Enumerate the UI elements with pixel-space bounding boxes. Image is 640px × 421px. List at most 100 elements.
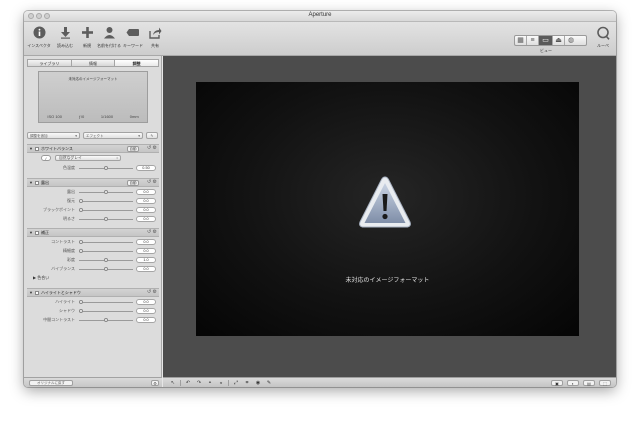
red-eye-tool-icon[interactable]: ◉ [253,380,263,386]
disclosure-triangle-icon[interactable]: ▼ [29,180,33,185]
effects-select[interactable]: エフェクト ▾ [83,132,143,139]
exposure-field[interactable]: 0.0 [136,189,156,195]
tab-adjustments[interactable]: 調整 [114,59,160,67]
chevron-updown-icon: ↕ [116,156,118,160]
exposure-label: 露出 [67,189,75,194]
stamp-tool-icon[interactable]: ◒ [216,380,226,386]
share-label: 共有 [151,43,159,48]
view-viewer-button[interactable]: ▭ [539,36,553,45]
lift-tool-icon[interactable]: ◓ [205,380,215,386]
saturation-slider[interactable] [79,258,133,262]
inspector-sidebar: ライブラリ 情報 調整 未対応のイメージフォーマット ISO 100 ƒ/0 1… [24,56,162,387]
tab-library[interactable]: ライブラリ [27,59,71,67]
revert-to-original-button[interactable]: オリジナルに戻す [29,380,73,386]
wrench-icon: ✎ [150,134,154,138]
loupe-icon [596,26,610,40]
exposure-enable-checkbox[interactable] [35,181,39,185]
fullscreen-button[interactable]: ⬚ [599,380,611,386]
saturation-field[interactable]: 1.0 [136,257,156,263]
slider-row: 復元 0.0 [27,197,159,205]
select-tool-icon[interactable]: ↖ [168,380,178,386]
slider-knob[interactable] [79,208,83,212]
enhance-enable-checkbox[interactable] [35,231,39,235]
straighten-tool-icon[interactable]: ⤢ [231,380,241,386]
exposure-slider[interactable] [79,190,133,194]
color-temperature-slider[interactable] [79,166,133,170]
adjustment-actions-button[interactable]: ✎ [146,132,158,139]
slider-knob[interactable] [104,318,108,322]
crop-tool-icon[interactable]: ⌗ [242,380,252,386]
white-balance-enable-checkbox[interactable] [35,147,39,151]
recovery-slider[interactable] [79,199,133,203]
definition-slider[interactable] [79,249,133,253]
highlights-shadows-title: ハイライトとシャドウ [41,290,81,295]
black-point-slider[interactable] [79,208,133,212]
eyedropper-button[interactable]: ⁄ [41,155,51,161]
shadows-field[interactable]: 0.0 [136,308,156,314]
brightness-field[interactable]: 0.0 [136,216,156,222]
add-adjustment-select[interactable]: 調整を追加 ▾ [27,132,80,139]
view-list-button[interactable]: ≡ [527,36,539,45]
contrast-field[interactable]: 0.0 [136,239,156,245]
black-point-label: ブラックポイント [43,207,75,212]
view-grid-button[interactable]: ▦ [515,36,527,45]
vibrancy-field[interactable]: 0.0 [136,266,156,272]
definition-field[interactable]: 0.0 [136,248,156,254]
slider-knob[interactable] [104,166,108,170]
tab-info[interactable]: 情報 [70,59,115,67]
slider-knob[interactable] [79,300,83,304]
slider-knob[interactable] [79,249,83,253]
sidebar-bottom-bar: オリジナルに戻す ⚙ [24,377,162,387]
image-canvas[interactable]: 未対応のイメージフォーマット [196,82,579,336]
view-places-button[interactable]: ◍ [565,36,577,45]
disclosure-triangle-icon[interactable]: ▼ [29,146,33,151]
section-actions-icon[interactable]: ↺ ⚙ [147,289,157,295]
highlights-shadows-enable-checkbox[interactable] [35,291,39,295]
slider-row: 彩度 1.0 [27,256,159,264]
highlights-field[interactable]: 0.0 [136,299,156,305]
brush-tool-icon[interactable]: ✎ [264,380,274,386]
title-bar: Aperture [24,11,616,22]
slider-knob[interactable] [79,309,83,313]
slider-knob[interactable] [79,240,83,244]
white-balance-header: ▼ ホワイトバランス 自動 ↺ ⚙ [27,144,159,153]
slider-knob[interactable] [104,267,108,271]
brightness-slider[interactable] [79,217,133,221]
exposure-auto-button[interactable]: 自動 [127,180,139,186]
black-point-field[interactable]: 0.0 [136,207,156,213]
contrast-slider[interactable] [79,240,133,244]
vibrancy-slider[interactable] [79,267,133,271]
slider-knob[interactable] [104,217,108,221]
slider-knob[interactable] [104,190,108,194]
recovery-field[interactable]: 0.0 [136,198,156,204]
mid-contrast-slider[interactable] [79,318,133,322]
inspector-button[interactable]: インスペクタ [26,26,52,52]
loupe-button[interactable]: ルーペ [592,26,614,52]
gear-icon[interactable]: ⚙ [151,380,159,386]
slider-knob[interactable] [79,199,83,203]
mid-contrast-field[interactable]: 0.0 [136,317,156,323]
highlights-slider[interactable] [79,300,133,304]
white-balance-mode-select[interactable]: 自然なグレイ ↕ [55,155,121,161]
info-overlay-button[interactable]: ▤ [583,380,595,386]
section-actions-icon[interactable]: ↺ ⚙ [147,179,157,185]
preview-exif: ISO 100 ƒ/0 1/1600 0mm [39,114,147,119]
color-temperature-field[interactable]: 0.50 [136,165,156,171]
rotate-left-icon[interactable]: ↶ [183,380,193,386]
shadows-slider[interactable] [79,309,133,313]
viewer-mode-button[interactable]: ▣ [551,380,563,386]
tint-disclosure[interactable]: ▶ 色合い [33,275,49,281]
white-balance-auto-button[interactable]: 自動 [127,146,139,152]
display-options-button[interactable]: ◐ [567,380,579,386]
disclosure-triangle-icon[interactable]: ▼ [29,230,33,235]
disclosure-triangle-icon[interactable]: ▼ [29,290,33,295]
slider-knob[interactable] [104,258,108,262]
view-faces-button[interactable]: ⏏ [553,36,565,45]
faces-button[interactable]: 名前を付ける [96,26,122,52]
rotate-right-icon[interactable]: ↷ [194,380,204,386]
share-button[interactable]: 共有 [142,26,168,52]
preview-iso: ISO 100 [47,114,63,119]
disclosure-triangle-icon: ▶ [33,275,37,280]
section-actions-icon[interactable]: ↺ ⚙ [147,229,157,235]
section-actions-icon[interactable]: ↺ ⚙ [147,145,157,151]
